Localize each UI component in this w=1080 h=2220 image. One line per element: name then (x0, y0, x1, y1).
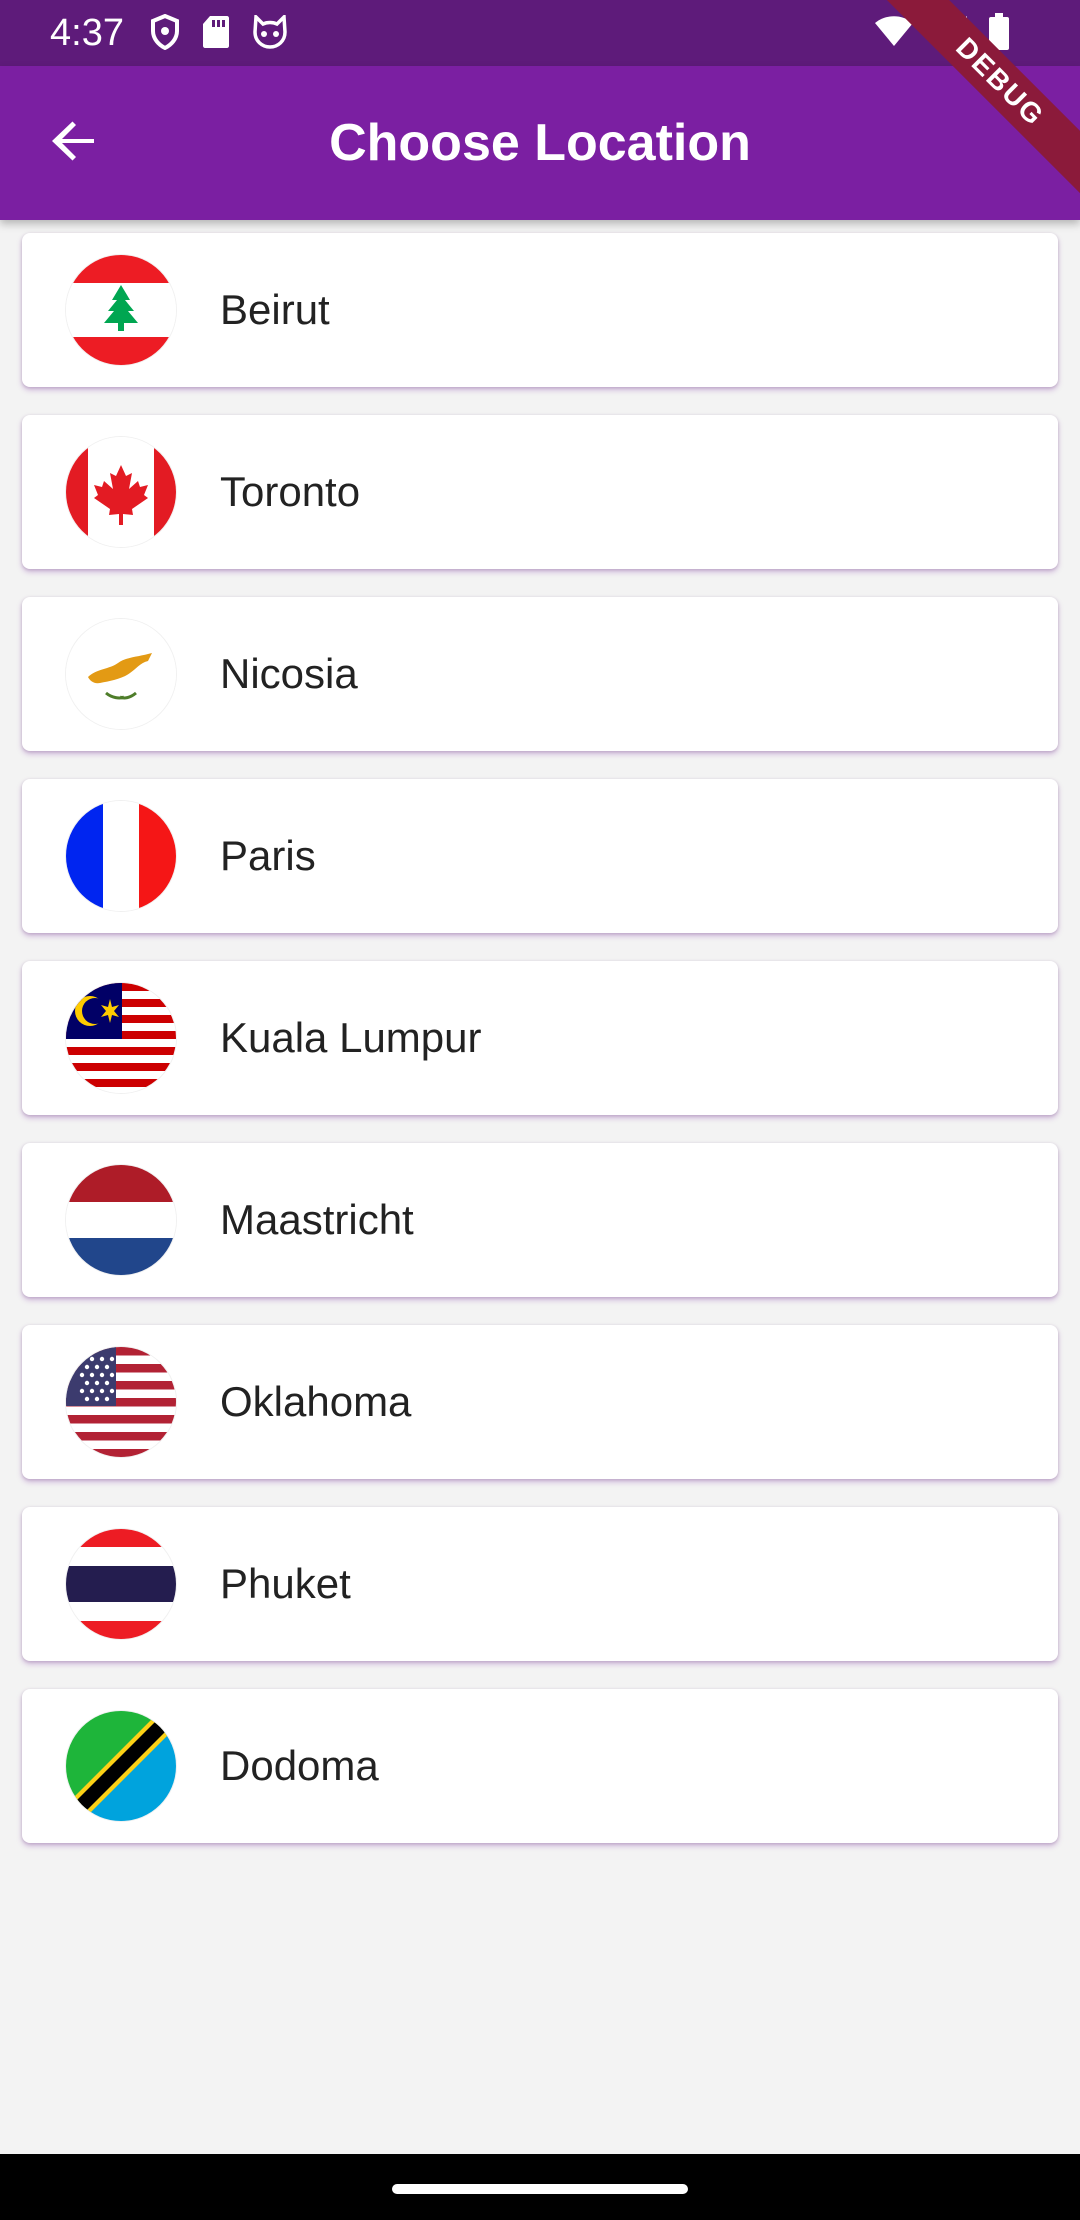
location-list: Beirut Toronto Nicosia Paris Kuala Lumpu… (22, 233, 1058, 1871)
location-name: Toronto (220, 468, 361, 515)
location-item-phuket[interactable]: Phuket (22, 1507, 1058, 1661)
location-name: Oklahoma (220, 1378, 412, 1425)
tanzania-flag-icon (66, 1711, 176, 1821)
location-item-kuala-lumpur[interactable]: Kuala Lumpur (22, 961, 1058, 1115)
usa-flag-icon (66, 1347, 176, 1457)
navigation-bar (0, 2154, 1080, 2220)
status-time: 4:37 (50, 12, 124, 54)
home-indicator[interactable] (392, 2184, 688, 2194)
location-name: Beirut (220, 286, 330, 333)
location-item-paris[interactable]: Paris (22, 779, 1058, 933)
canada-flag-icon (66, 437, 176, 547)
cyprus-flag-icon (66, 619, 176, 729)
sd-card-icon (202, 15, 230, 54)
cat-face-icon (252, 12, 288, 54)
thailand-flag-icon (66, 1529, 176, 1639)
location-item-toronto[interactable]: Toronto (22, 415, 1058, 569)
malaysia-flag-icon (66, 983, 176, 1093)
location-item-beirut[interactable]: Beirut (22, 233, 1058, 387)
shield-icon (150, 13, 180, 55)
france-flag-icon (66, 801, 176, 911)
location-name: Paris (220, 832, 316, 879)
location-item-dodoma[interactable]: Dodoma (22, 1689, 1058, 1843)
location-name: Nicosia (220, 650, 358, 697)
page-title: Choose Location (329, 114, 751, 172)
choose-location-screen: 4:37 Choose Location DEBUG Beirut Toront… (0, 0, 1080, 2220)
location-name: Maastricht (220, 1196, 414, 1243)
status-icons-left (150, 12, 288, 55)
location-name: Kuala Lumpur (220, 1014, 482, 1061)
netherlands-flag-icon (66, 1165, 176, 1275)
app-bar: Choose Location (0, 66, 1080, 220)
location-item-maastricht[interactable]: Maastricht (22, 1143, 1058, 1297)
location-item-nicosia[interactable]: Nicosia (22, 597, 1058, 751)
location-item-oklahoma[interactable]: Oklahoma (22, 1325, 1058, 1479)
lebanon-flag-icon (66, 255, 176, 365)
location-name: Dodoma (220, 1742, 379, 1789)
location-name: Phuket (220, 1560, 351, 1607)
